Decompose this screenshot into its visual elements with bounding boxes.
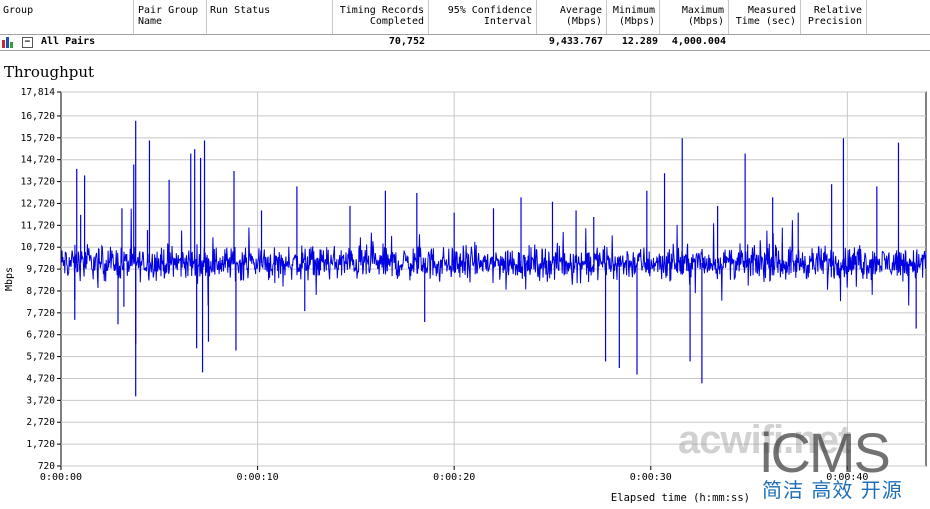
y-tick-label: 14,720: [21, 155, 56, 166]
y-tick-label: 6,720: [26, 330, 55, 341]
y-axis-label: Mbps: [4, 267, 15, 291]
x-tick-label: 0:00:10: [237, 472, 279, 483]
column-header-pair-group-name[interactable]: Pair Group Name: [135, 0, 207, 34]
cell-maximum: 4,000.004: [671, 36, 726, 47]
x-tick-label: 0:00:00: [40, 472, 82, 483]
cell-minimum: 12.289: [621, 36, 658, 47]
y-tick-label: 3,720: [26, 395, 55, 406]
y-tick-label: 4,720: [26, 373, 55, 384]
watermark-slogan: 简洁 高效 开源: [762, 478, 903, 502]
y-tick-label: 720: [38, 461, 55, 472]
y-tick-label: 7,720: [26, 308, 55, 319]
chart-title: Throughput: [4, 63, 95, 81]
column-header-confidence-interval[interactable]: 95% Confidence Interval: [429, 0, 537, 34]
y-tick-label: 5,720: [26, 352, 55, 363]
y-tick-label: 10,720: [21, 242, 56, 253]
results-table-header: Group Pair Group Name Run Status Timing …: [0, 0, 930, 35]
column-header-average[interactable]: Average (Mbps): [537, 0, 607, 34]
x-axis-label: Elapsed time (h:mm:ss): [611, 492, 750, 504]
y-tick-label: 8,720: [26, 286, 55, 297]
y-tick-label: 16,720: [21, 111, 56, 122]
y-tick-label: 13,720: [21, 177, 56, 188]
column-header-measured-time[interactable]: Measured Time (sec): [729, 0, 801, 34]
column-header-run-status[interactable]: Run Status: [207, 0, 333, 34]
column-header-group[interactable]: Group: [0, 0, 134, 34]
column-header-relative-precision[interactable]: Relative Precision: [801, 0, 867, 34]
x-tick-label: 0:00:30: [630, 472, 672, 483]
cell-average: 9,433.767: [548, 36, 603, 47]
y-tick-label: 1,720: [26, 439, 55, 450]
y-tick-label: 9,720: [26, 264, 55, 275]
column-header-timing-records[interactable]: Timing Records Completed: [333, 0, 429, 34]
y-tick-label: 17,814: [21, 87, 56, 98]
y-tick-label: 11,720: [21, 220, 56, 231]
x-tick-label: 0:00:20: [433, 472, 475, 483]
collapse-minus-icon[interactable]: −: [22, 37, 33, 48]
cell-timing-records: 70,752: [388, 36, 425, 47]
column-header-minimum[interactable]: Minimum (Mbps): [607, 0, 660, 34]
row-label: All Pairs: [41, 36, 96, 47]
y-tick-label: 12,720: [21, 198, 56, 209]
bar-chart-icon: [2, 37, 13, 48]
y-tick-label: 2,720: [26, 417, 55, 428]
column-header-maximum[interactable]: Maximum (Mbps): [660, 0, 729, 34]
y-tick-label: 15,720: [21, 133, 56, 144]
table-row-all-pairs[interactable]: − All Pairs 70,752 9,433.767 12.289 4,00…: [0, 35, 930, 51]
